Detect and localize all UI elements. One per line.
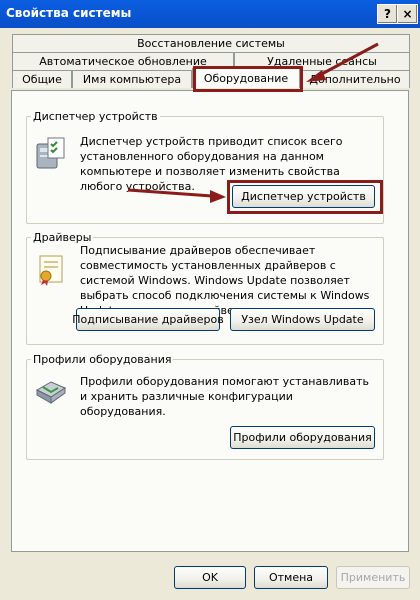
annotation-arrows xyxy=(127,42,379,203)
system-properties-dialog: Свойства системы ? × Восстановление сист… xyxy=(0,0,420,600)
arrow-to-hardware-tab xyxy=(306,42,379,82)
arrow-to-device-manager-button xyxy=(127,188,226,203)
